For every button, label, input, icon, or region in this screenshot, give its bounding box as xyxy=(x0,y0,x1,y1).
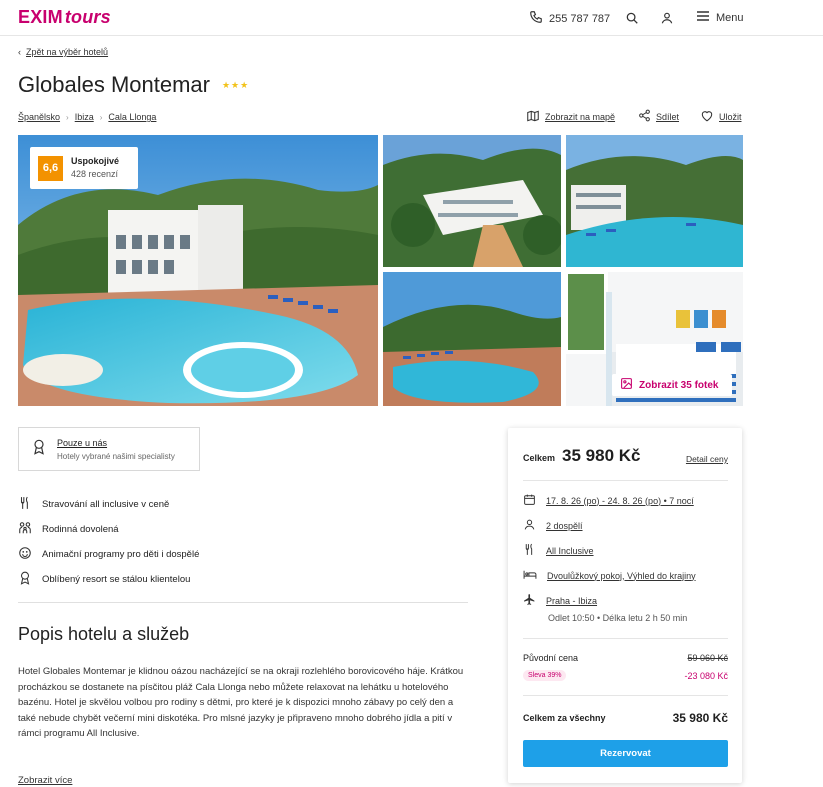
image-icon xyxy=(620,377,633,393)
total-label: Celkem xyxy=(523,453,556,463)
breadcrumb-island[interactable]: Ibiza xyxy=(75,112,94,122)
sum-value: 35 980 Kč xyxy=(672,711,728,725)
airplane-icon xyxy=(523,593,536,608)
chevron-right-icon: › xyxy=(66,112,69,122)
menu-label: Menu xyxy=(716,11,744,24)
gallery-photo-4[interactable] xyxy=(383,272,561,406)
back-link[interactable]: ‹ Zpět na výběr hotelů xyxy=(18,47,108,57)
gallery-photo-3[interactable] xyxy=(566,135,743,267)
award-icon xyxy=(31,438,47,461)
feature-label: Stravování all inclusive v ceně xyxy=(42,499,170,510)
exclusive-title: Pouze u nás xyxy=(57,437,108,448)
sum-row: Celkem za všechny 35 980 Kč xyxy=(523,711,728,725)
flight-row[interactable]: Praha - Ibiza xyxy=(523,593,597,608)
booking-card: Celkem 35 980 Kč Detail ceny 17. 8. 26 (… xyxy=(508,428,742,783)
exclusive-badge[interactable]: Pouze u nás Hotely vybrané našimi specia… xyxy=(18,427,200,471)
share-label: Sdílet xyxy=(656,111,680,122)
user-icon[interactable] xyxy=(659,10,675,26)
show-more-link[interactable]: Zobrazit více xyxy=(18,775,72,786)
dates-row[interactable]: 17. 8. 26 (po) - 24. 8. 26 (po) • 7 nocí xyxy=(523,493,694,508)
room-value: Dvoulůžkový pokoj, Výhled do krajiny xyxy=(547,570,696,581)
bed-icon xyxy=(523,568,537,583)
price-detail-link[interactable]: Detail ceny xyxy=(686,454,728,464)
people-row[interactable]: 2 dospělí xyxy=(523,518,583,533)
show-all-photos-label: Zobrazit 35 fotek xyxy=(639,379,719,391)
people-value: 2 dospělí xyxy=(546,520,583,531)
divider xyxy=(523,638,728,639)
menu-button[interactable]: Menu xyxy=(696,10,744,25)
family-icon xyxy=(18,521,32,538)
feature-label: Rodinná dovolená xyxy=(42,524,119,535)
map-icon xyxy=(526,109,540,125)
description-heading: Popis hotelu a služeb xyxy=(18,624,190,644)
description-text: Hotel Globales Montemar je klidnou oázou… xyxy=(18,666,464,739)
total-price: Celkem 35 980 Kč xyxy=(523,446,640,466)
discount-row: Sleva 39% -23 080 Kč xyxy=(523,670,728,681)
share-button[interactable]: Sdílet xyxy=(638,109,679,124)
logo[interactable]: EXIM tours xyxy=(18,7,111,28)
original-price-row: Původní cena 59 060 Kč xyxy=(523,653,728,663)
flight-info: Odlet 10:50 • Délka letu 2 h 50 min xyxy=(548,613,688,623)
hamburger-icon xyxy=(696,10,710,25)
phone-link[interactable]: 255 787 787 xyxy=(529,10,610,27)
search-icon[interactable] xyxy=(624,10,640,26)
top-bar: EXIM tours 255 787 787 Menu xyxy=(0,0,823,36)
rating-reviews: 428 recenzí xyxy=(71,169,119,179)
room-row[interactable]: Dvoulůžkový pokoj, Výhled do krajiny xyxy=(523,568,696,583)
chevron-right-icon: › xyxy=(99,112,103,122)
save-button[interactable]: Uložit xyxy=(700,109,742,124)
reserve-button[interactable]: Rezervovat xyxy=(523,740,728,767)
board-row[interactable]: All Inclusive xyxy=(523,543,594,558)
original-price-label: Původní cena xyxy=(523,653,579,663)
show-map-button[interactable]: Zobrazit na mapě xyxy=(526,109,615,125)
original-price-value: 59 060 Kč xyxy=(687,653,728,663)
feature-list: Stravování all inclusive v ceně Rodinná … xyxy=(18,492,199,592)
feature-item: Oblíbený resort se stálou klientelou xyxy=(18,567,199,592)
phone-number: 255 787 787 xyxy=(549,12,611,25)
back-link-label: Zpět na výběr hotelů xyxy=(26,47,109,57)
rating-label: Uspokojivé xyxy=(71,156,120,166)
phone-icon xyxy=(529,10,543,27)
page-title: Globales Montemar xyxy=(18,72,210,97)
feature-item: Animační programy pro děti i dospělé xyxy=(18,542,199,567)
rating-score: 6,6 xyxy=(38,155,63,181)
hotel-title-row: Globales Montemar ★★★ xyxy=(18,72,249,98)
dates-value: 17. 8. 26 (po) - 24. 8. 26 (po) • 7 nocí xyxy=(546,495,694,506)
sum-label: Celkem za všechny xyxy=(523,713,606,723)
total-value: 35 980 Kč xyxy=(562,446,641,465)
divider xyxy=(523,480,728,481)
calendar-icon xyxy=(523,493,536,508)
breadcrumb: Španělsko › Ibiza › Cala Llonga xyxy=(18,112,156,122)
exclusive-subtitle: Hotely vybrané našimi specialisty xyxy=(57,451,175,461)
award-icon xyxy=(18,570,32,589)
flight-value: Praha - Ibiza xyxy=(546,595,598,606)
smile-icon xyxy=(18,546,32,563)
save-label: Uložit xyxy=(719,111,742,122)
cutlery-icon xyxy=(523,543,536,558)
share-icon xyxy=(638,109,651,124)
show-all-photos-button[interactable]: Zobrazit 35 fotek xyxy=(612,374,732,396)
user-icon xyxy=(523,518,536,533)
rating-badge[interactable]: 6,6 Uspokojivé 428 recenzí xyxy=(30,147,138,189)
breadcrumb-resort[interactable]: Cala Llonga xyxy=(108,112,156,122)
feature-label: Oblíbený resort se stálou klientelou xyxy=(42,574,191,585)
chevron-left-icon: ‹ xyxy=(18,47,21,57)
star-rating: ★★★ xyxy=(221,79,250,90)
feature-item: Rodinná dovolená xyxy=(18,517,199,542)
heart-icon xyxy=(700,109,714,124)
discount-value: -23 080 Kč xyxy=(684,670,728,681)
breadcrumb-country[interactable]: Španělsko xyxy=(18,112,60,122)
discount-badge: Sleva 39% xyxy=(523,670,567,681)
board-value: All Inclusive xyxy=(546,545,594,556)
cutlery-icon xyxy=(18,496,32,513)
show-map-label: Zobrazit na mapě xyxy=(545,112,616,122)
gallery-photo-2[interactable] xyxy=(383,135,561,267)
divider xyxy=(523,695,728,696)
feature-label: Animační programy pro děti i dospělé xyxy=(42,549,200,560)
section-divider xyxy=(18,602,468,603)
feature-item: Stravování all inclusive v ceně xyxy=(18,492,199,517)
